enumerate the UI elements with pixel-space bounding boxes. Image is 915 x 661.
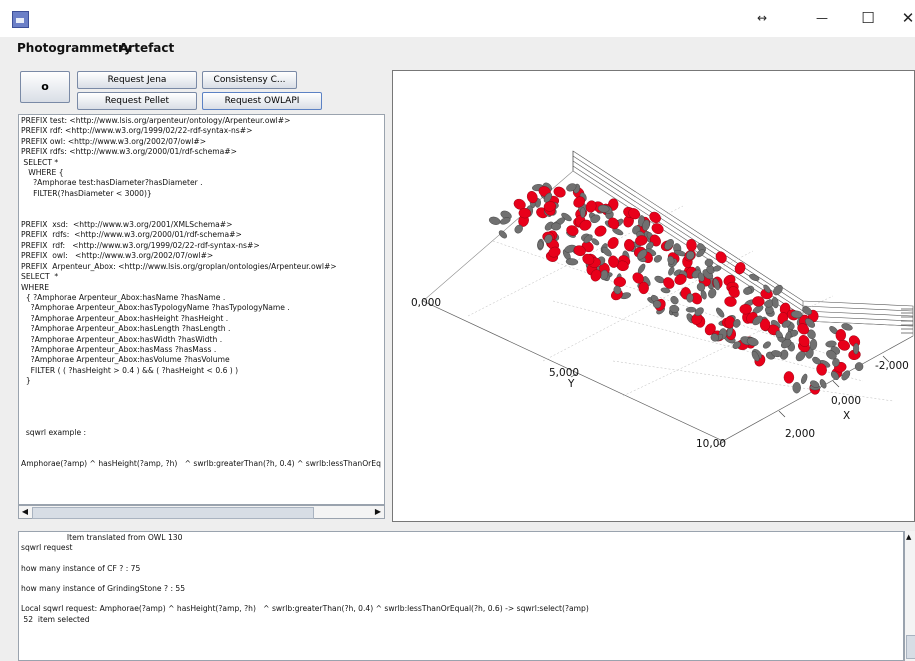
object-point: [704, 258, 714, 267]
menu-photogrammetry[interactable]: Photogrammetry: [17, 41, 132, 55]
selected-amphora-point: [783, 371, 795, 384]
vertical-scroll-thumb[interactable]: [906, 635, 915, 659]
object-point: [488, 216, 501, 225]
object-point: [716, 307, 725, 318]
3d-scatter-plot: 0,000 5,000 Y 10,00 2,000 0,000 X -2,000: [411, 150, 914, 450]
scroll-up-icon[interactable]: ▲: [906, 533, 911, 541]
request-jena-button[interactable]: Request Jena: [77, 71, 197, 89]
object-point: [498, 230, 508, 239]
data-points: [488, 182, 864, 395]
x-axis-title: X: [843, 410, 850, 422]
object-point: [792, 382, 801, 394]
object-point: [712, 265, 722, 272]
object-point: [809, 338, 818, 351]
selected-amphora-point: [613, 276, 626, 288]
java-app-icon: [12, 11, 29, 28]
object-point: [637, 263, 646, 274]
object-point: [551, 222, 561, 231]
menu-bar: Photogrammetry Artefact: [0, 37, 915, 60]
y-axis-tick-5000: 5,000: [549, 367, 579, 379]
console-text[interactable]: Item translated from OWL 130 sqwrl reque…: [19, 532, 903, 626]
object-point: [670, 296, 679, 305]
3d-plot-panel[interactable]: 0,000 5,000 Y 10,00 2,000 0,000 X -2,000: [392, 70, 915, 522]
minimize-button[interactable]: —: [800, 0, 844, 37]
object-point: [565, 258, 579, 266]
scroll-left-icon[interactable]: ◀: [19, 506, 31, 518]
request-owlapi-button[interactable]: Request OWLAPI: [202, 92, 322, 110]
y-axis-title: Y: [567, 378, 575, 390]
o-button[interactable]: o: [20, 71, 70, 103]
selected-amphora-point: [638, 281, 649, 295]
y-axis-origin-label: 0,000: [411, 297, 441, 309]
scroll-right-icon[interactable]: ▶: [372, 506, 384, 518]
query-editor[interactable]: PREFIX test: <http://www.lsis.org/arpent…: [18, 114, 385, 505]
selected-amphora-point: [835, 329, 847, 342]
y-axis-tick-10000: 10,00: [696, 438, 726, 450]
menu-artefact[interactable]: Artefact: [119, 41, 174, 55]
maximize-button[interactable]: ☐: [846, 0, 890, 37]
query-text[interactable]: PREFIX test: <http://www.lsis.org/arpent…: [19, 115, 384, 471]
request-pellet-button[interactable]: Request Pellet: [77, 92, 197, 110]
selected-amphora-point: [518, 207, 531, 219]
resize-icon[interactable]: ↔: [740, 0, 784, 37]
horizontal-scrollbar[interactable]: ◀ ▶: [18, 505, 385, 519]
consistency-check-button[interactable]: Consistensy C...: [202, 71, 297, 89]
x-axis-tick-2000: 2,000: [785, 428, 815, 440]
back-wall: [572, 150, 914, 327]
object-point: [853, 343, 860, 355]
vertical-scrollbar[interactable]: ▲: [904, 531, 915, 661]
object-point: [801, 373, 808, 385]
console-output[interactable]: Item translated from OWL 130 sqwrl reque…: [18, 531, 904, 661]
close-button[interactable]: ✕: [886, 0, 915, 37]
x-axis-tick-0000: 0,000: [831, 395, 861, 407]
scroll-thumb[interactable]: [32, 507, 314, 519]
object-point: [685, 306, 697, 313]
x-axis-tick-minus2000: -2,000: [875, 360, 909, 372]
title-bar: ↔ — ☐ ✕: [0, 0, 915, 37]
selected-amphora-point: [739, 303, 752, 315]
object-point: [537, 240, 544, 250]
axis-ticks: [570, 308, 913, 446]
object-point: [580, 207, 586, 218]
object-point: [854, 362, 864, 371]
object-point: [762, 341, 771, 349]
object-point: [686, 293, 694, 303]
selected-amphora-point: [594, 225, 607, 237]
